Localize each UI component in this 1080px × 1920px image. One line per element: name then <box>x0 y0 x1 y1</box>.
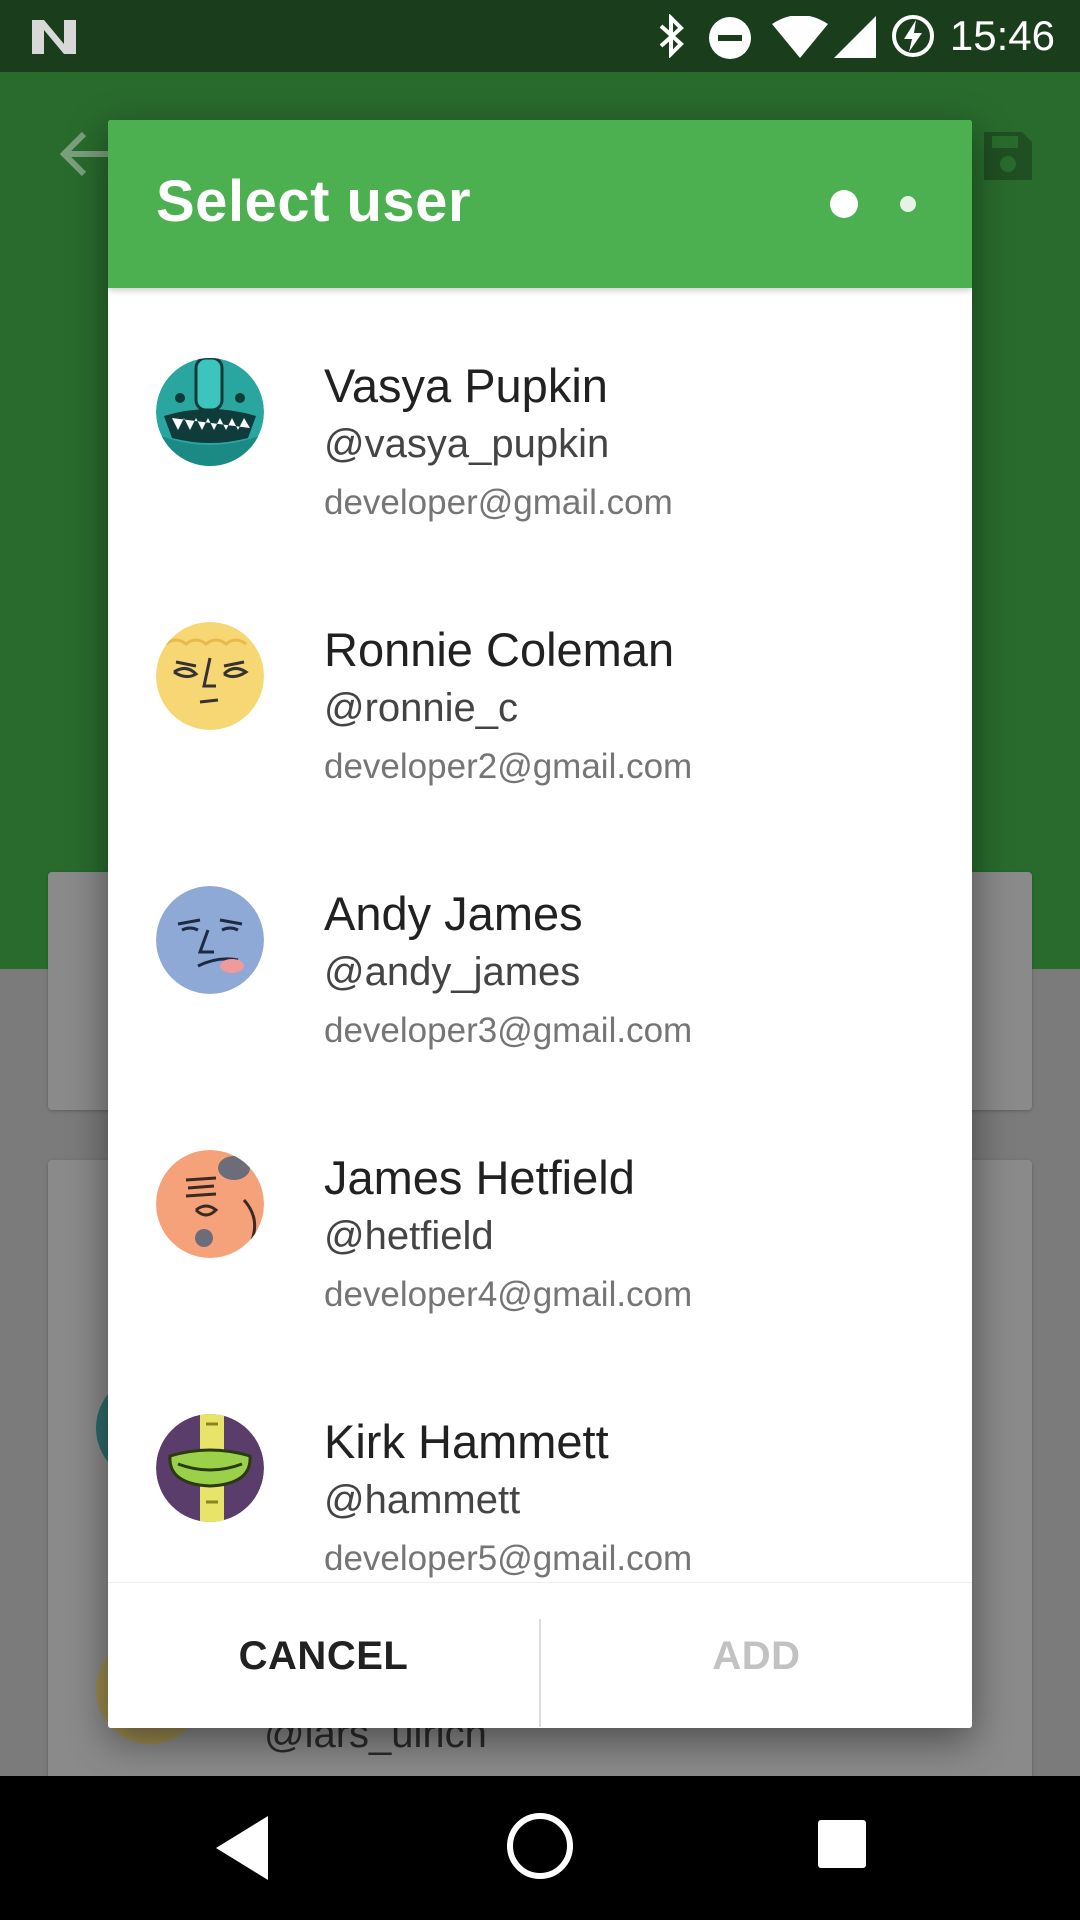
user-email: developer@gmail.com <box>324 483 673 522</box>
avatar <box>156 622 264 730</box>
user-handle: @hetfield <box>324 1214 494 1258</box>
user-email: developer3@gmail.com <box>324 1011 693 1050</box>
home-icon[interactable] <box>506 1812 574 1880</box>
select-user-dialog: Select user Vasya Pupkin @vasya_pupkin d… <box>108 120 972 1728</box>
user-name: Andy James <box>324 887 583 940</box>
status-time: 15:46 <box>949 12 1055 59</box>
signal-icon <box>834 16 876 58</box>
battery-charging-icon <box>892 15 934 57</box>
user-name: James Hetfield <box>324 1151 635 1204</box>
user-list-item[interactable]: Kirk Hammett @hammett developer5@gmail.c… <box>108 1344 972 1608</box>
user-list[interactable]: Vasya Pupkin @vasya_pupkin developer@gma… <box>108 288 972 1702</box>
navigation-bar <box>0 1776 1080 1920</box>
status-bar: 15:46 <box>0 0 1080 72</box>
user-email: developer2@gmail.com <box>324 747 693 786</box>
user-list-item[interactable]: Vasya Pupkin @vasya_pupkin developer@gma… <box>108 288 972 552</box>
user-email: developer4@gmail.com <box>324 1275 693 1314</box>
avatar <box>156 358 264 466</box>
user-list-item[interactable]: Ronnie Coleman @ronnie_c developer2@gmai… <box>108 552 972 816</box>
wifi-icon <box>772 16 828 58</box>
save-icon[interactable] <box>980 128 1036 184</box>
user-email: developer5@gmail.com <box>324 1539 693 1578</box>
do-not-disturb-icon <box>709 17 751 59</box>
user-name: Vasya Pupkin <box>324 359 608 412</box>
user-list-item[interactable]: James Hetfield @hetfield developer4@gmai… <box>108 1080 972 1344</box>
page-indicator-active[interactable] <box>830 190 858 218</box>
user-name: Ronnie Coleman <box>324 623 675 676</box>
user-handle: @ronnie_c <box>324 686 519 730</box>
avatar <box>156 1414 264 1522</box>
dialog-footer: CANCEL ADD <box>108 1582 972 1728</box>
user-name: Kirk Hammett <box>324 1415 609 1468</box>
cancel-button[interactable]: CANCEL <box>108 1583 539 1728</box>
recents-icon[interactable] <box>816 1818 868 1870</box>
back-icon[interactable] <box>214 1814 270 1882</box>
user-handle: @andy_james <box>324 950 581 994</box>
avatar <box>156 886 264 994</box>
add-button[interactable]: ADD <box>541 1583 972 1728</box>
dialog-header: Select user <box>108 120 972 288</box>
avatar <box>156 1150 264 1258</box>
back-arrow-icon[interactable] <box>58 130 114 178</box>
user-handle: @vasya_pupkin <box>324 422 610 466</box>
page-indicator-inactive[interactable] <box>900 196 916 212</box>
user-list-item[interactable]: Andy James @andy_james developer3@gmail.… <box>108 816 972 1080</box>
user-handle: @hammett <box>324 1478 521 1522</box>
notification-n-icon <box>32 20 76 54</box>
bluetooth-icon <box>659 14 684 58</box>
dialog-title: Select user <box>156 169 472 234</box>
